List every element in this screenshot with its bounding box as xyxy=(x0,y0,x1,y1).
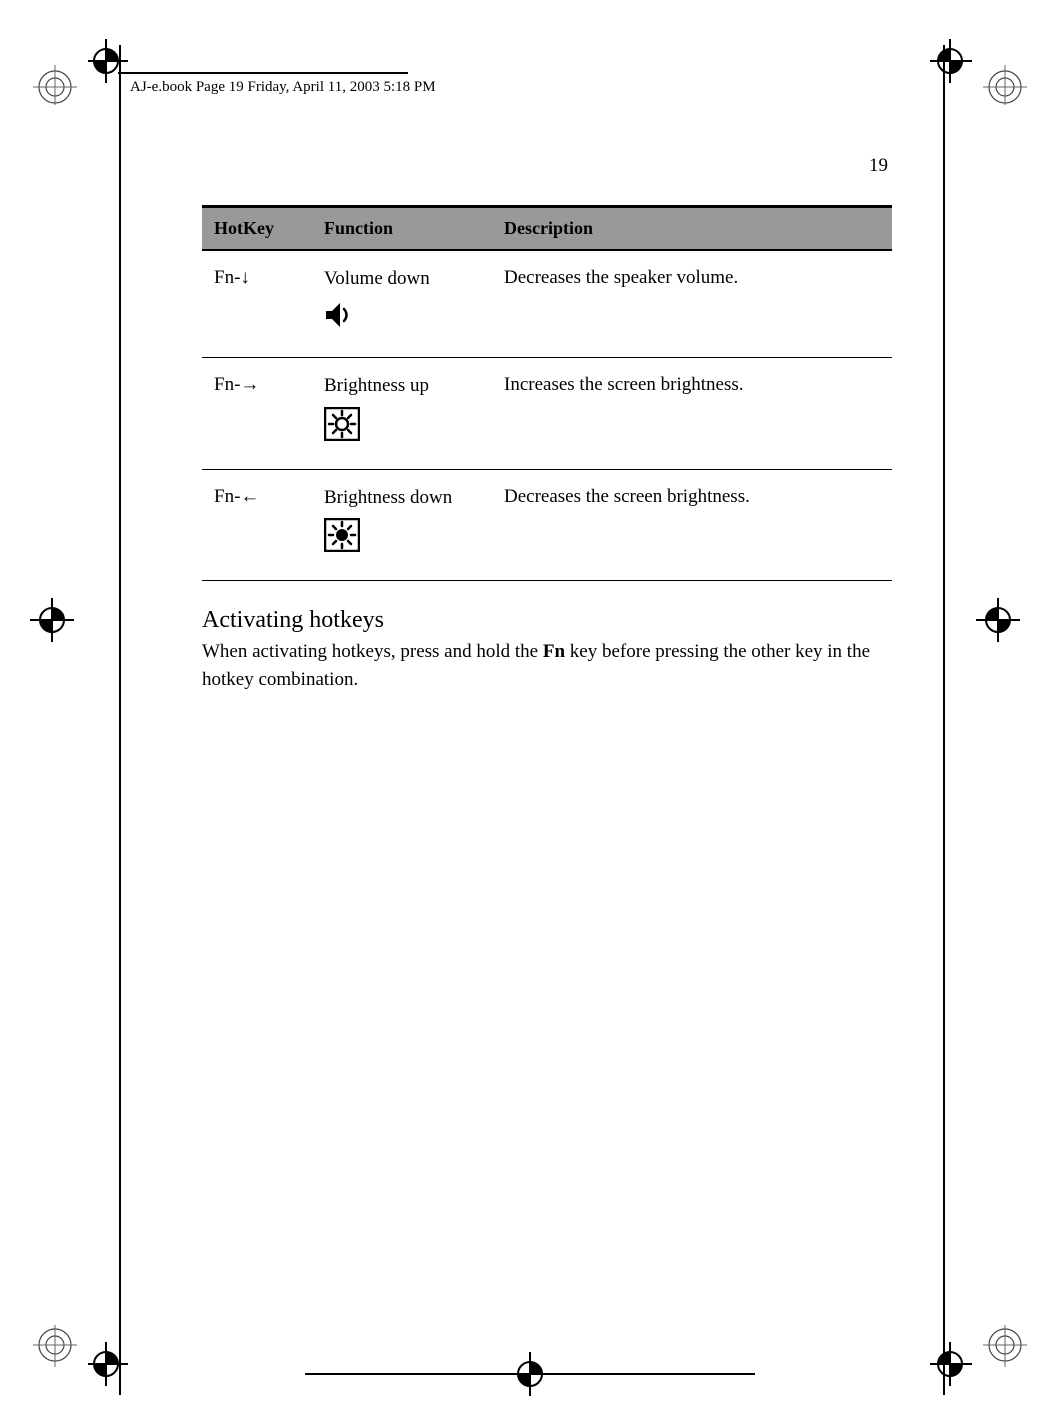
table-row: Fn-→ Brightness up xyxy=(202,358,892,469)
brightness-up-icon xyxy=(324,407,480,449)
cell-description: Decreases the speaker volume. xyxy=(492,250,892,358)
crop-mark-icon xyxy=(975,1325,1045,1395)
table-header-row: HotKey Function Description xyxy=(202,207,892,251)
header-description: Description xyxy=(492,207,892,251)
cell-hotkey: Fn-↓ xyxy=(202,250,312,358)
book-header-text: AJ-e.book Page 19 Friday, April 11, 2003… xyxy=(130,79,436,96)
crop-mark-icon xyxy=(910,35,980,105)
crop-mark-icon xyxy=(910,1320,980,1390)
cell-function: Brightness down xyxy=(312,469,492,580)
body-text-bold: Fn xyxy=(543,641,565,662)
table-row: Fn-↓ Volume down Decreases the speaker v… xyxy=(202,250,892,358)
function-label: Brightness down xyxy=(324,487,452,508)
page-content: 19 HotKey Function Description Fn-↓ Volu… xyxy=(202,155,892,693)
cell-function: Brightness up xyxy=(312,358,492,469)
crop-mark-icon xyxy=(22,585,92,655)
body-text-pre: When activating hotkeys, press and hold … xyxy=(202,641,543,662)
crop-mark-icon xyxy=(20,35,90,105)
cell-description: Increases the screen brightness. xyxy=(492,358,892,469)
crop-mark-icon xyxy=(20,1325,90,1395)
header-rule xyxy=(118,72,408,74)
cell-hotkey: Fn-← xyxy=(202,469,312,580)
volume-down-icon xyxy=(324,300,480,338)
crop-mark-icon xyxy=(88,1320,158,1390)
function-label: Brightness up xyxy=(324,375,429,396)
header-function: Function xyxy=(312,207,492,251)
section-heading: Activating hotkeys xyxy=(202,607,892,634)
cell-function: Volume down xyxy=(312,250,492,358)
crop-guide-left xyxy=(116,45,146,1395)
cell-hotkey: Fn-→ xyxy=(202,358,312,469)
cell-description: Decreases the screen brightness. xyxy=(492,469,892,580)
hotkeys-table: HotKey Function Description Fn-↓ Volume … xyxy=(202,205,892,581)
section-body: When activating hotkeys, press and hold … xyxy=(202,638,892,693)
crop-mark-icon xyxy=(968,585,1038,655)
brightness-down-icon xyxy=(324,518,480,560)
crop-mark-icon xyxy=(975,35,1045,105)
crop-guide-right xyxy=(940,45,970,1395)
crop-guide-bottom xyxy=(305,1372,755,1376)
page-number: 19 xyxy=(202,155,892,177)
header-hotkey: HotKey xyxy=(202,207,312,251)
table-row: Fn-← Brightness down xyxy=(202,469,892,580)
function-label: Volume down xyxy=(324,268,430,289)
crop-mark-icon xyxy=(495,1348,565,1418)
